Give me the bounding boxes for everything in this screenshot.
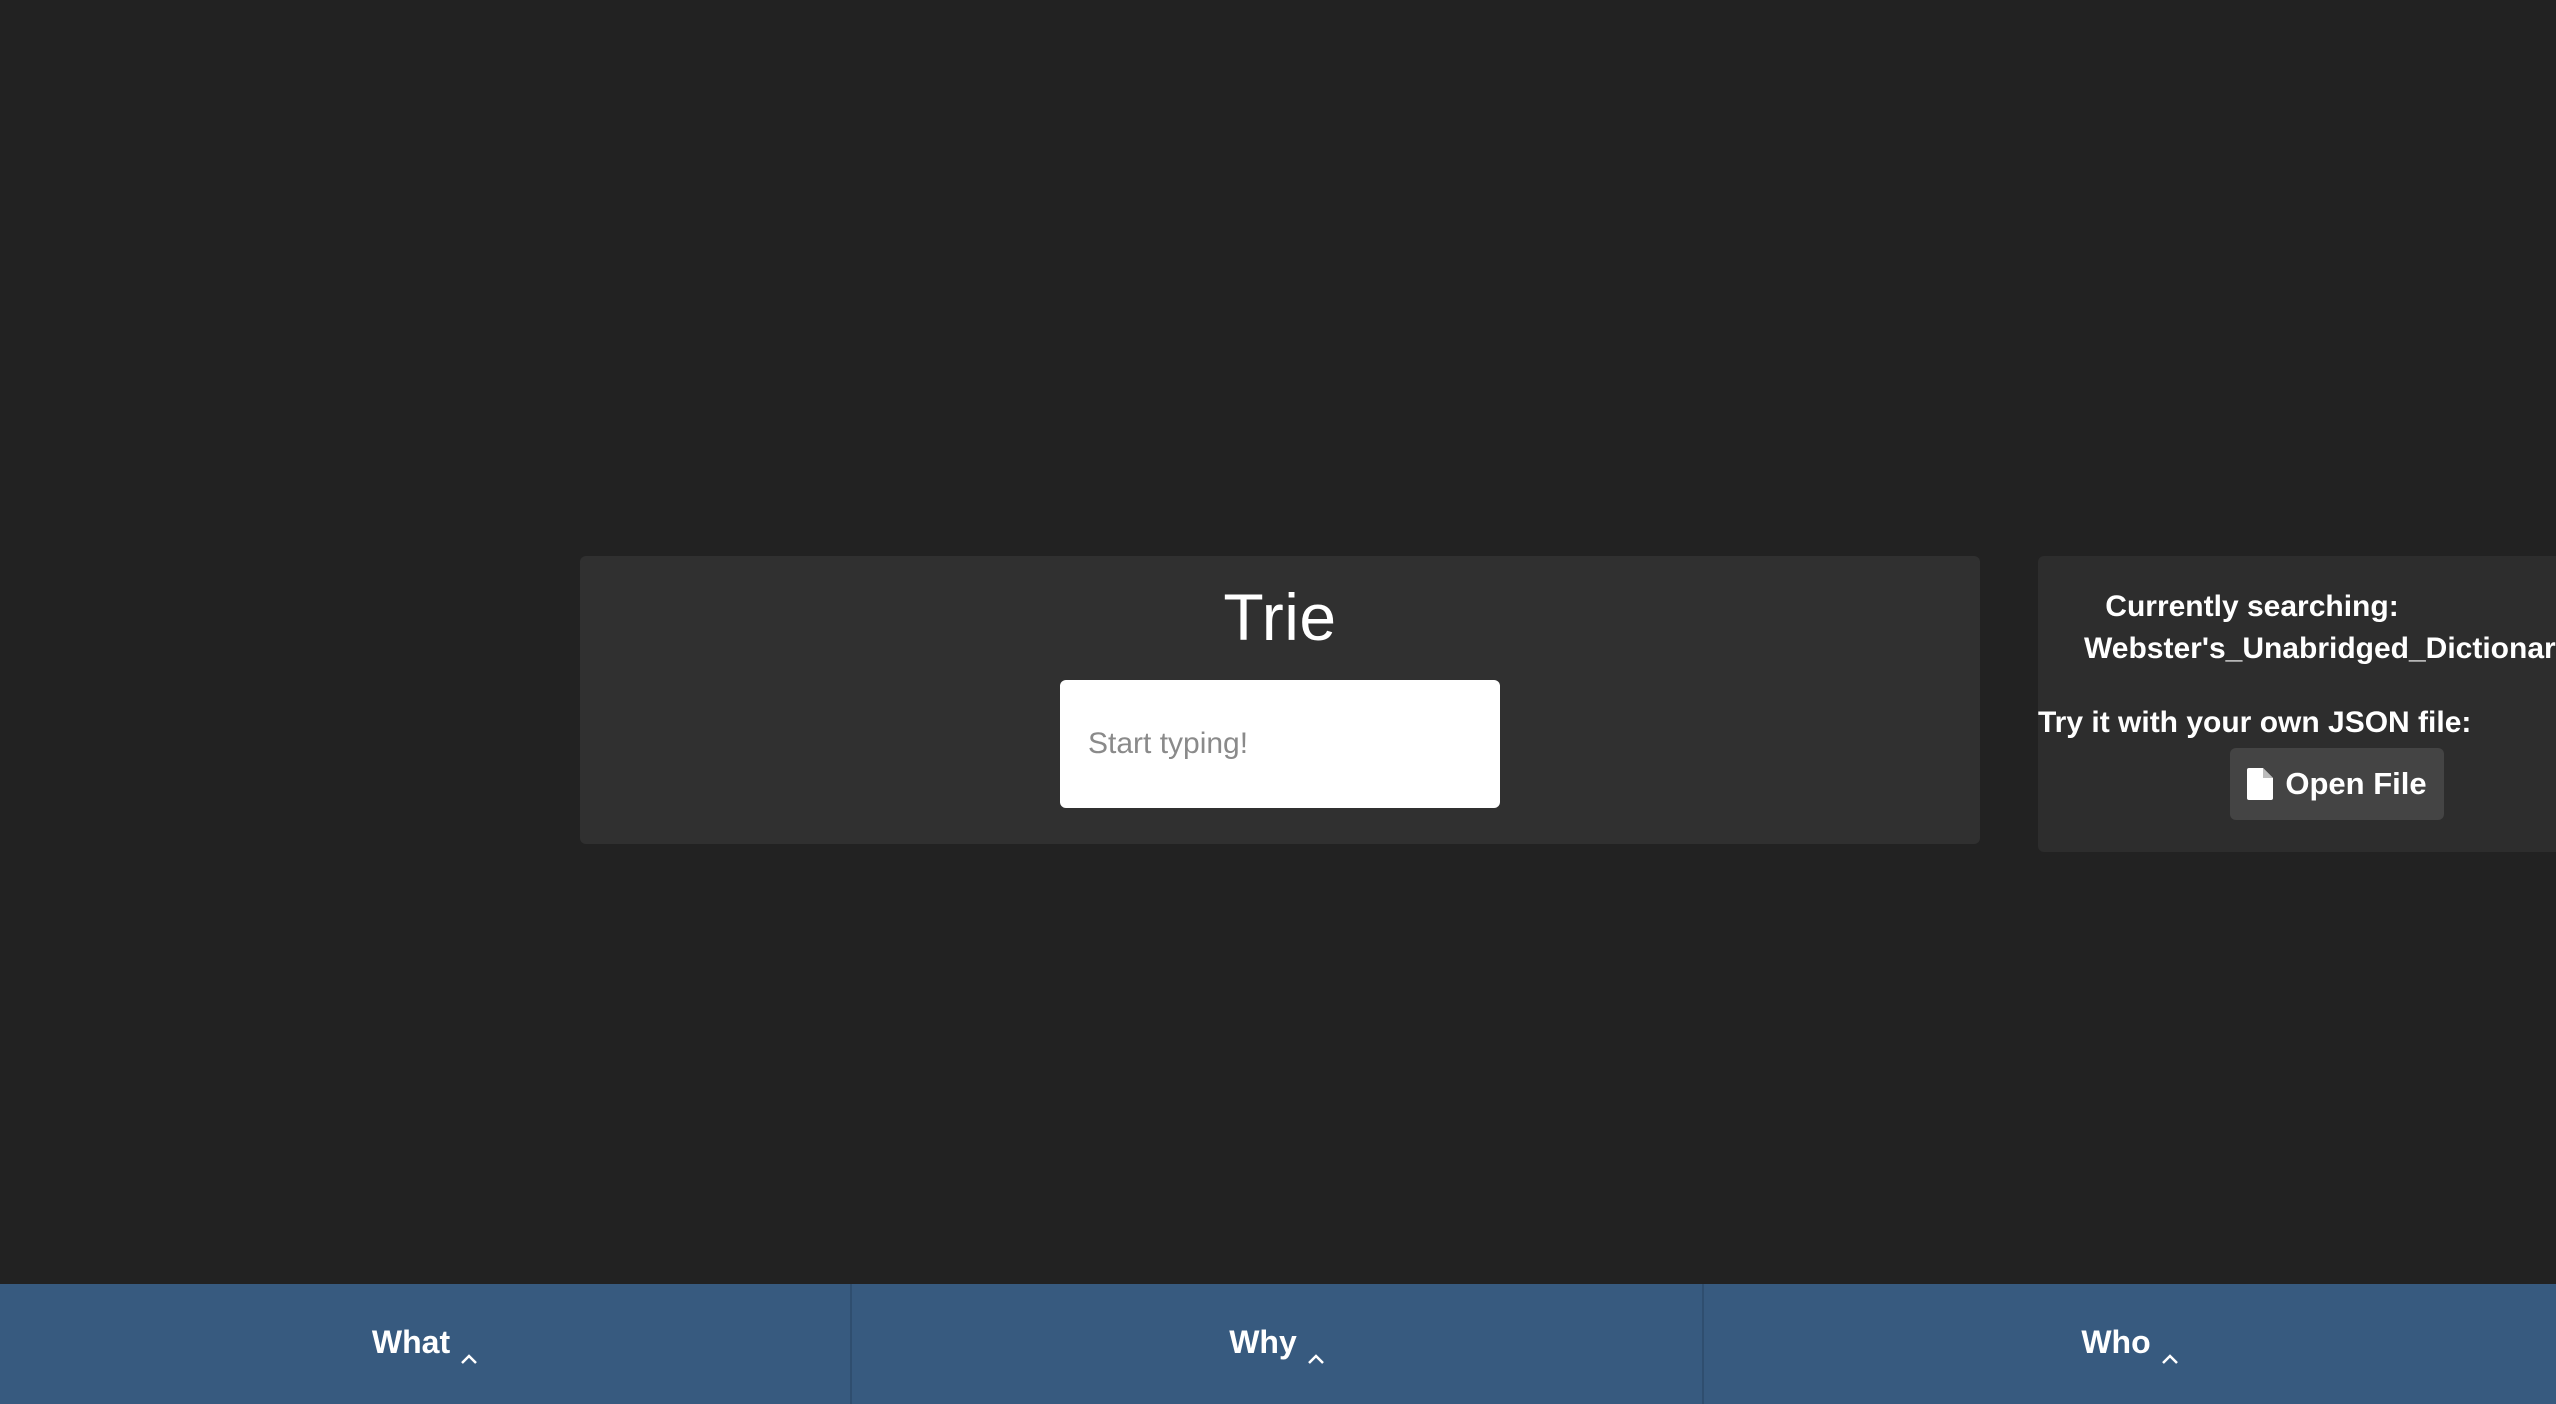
search-input[interactable] xyxy=(1060,680,1500,808)
tab-what[interactable]: What xyxy=(0,1284,852,1404)
tab-who-label: Who xyxy=(2081,1323,2151,1360)
current-file-name: Webster's_Unabridged_Dictionary.json xyxy=(2084,632,2556,665)
tab-why[interactable]: Why xyxy=(852,1284,1704,1404)
file-icon xyxy=(2247,768,2274,800)
trie-card: Trie xyxy=(580,556,1980,844)
chevron-up-icon xyxy=(460,1337,478,1364)
page: Trie Currently searching: Webster's_Unab… xyxy=(0,0,2556,1404)
chevron-up-icon xyxy=(2161,1337,2179,1364)
tab-why-label: Why xyxy=(1229,1323,1297,1360)
open-file-button[interactable]: Open File xyxy=(2230,748,2444,820)
open-file-label: Open File xyxy=(2285,766,2427,801)
bottom-nav: What Why Who xyxy=(0,1284,2556,1404)
chevron-up-icon xyxy=(1307,1337,1325,1364)
currently-searching-label: Currently searching: xyxy=(2105,590,2399,623)
tab-who[interactable]: Who xyxy=(1704,1284,2556,1404)
file-panel: Currently searching: Webster's_Unabridge… xyxy=(2038,556,2556,852)
tab-what-label: What xyxy=(371,1323,451,1360)
page-title: Trie xyxy=(1223,580,1337,654)
try-own-json-label: Try it with your own JSON file: xyxy=(2038,706,2472,739)
